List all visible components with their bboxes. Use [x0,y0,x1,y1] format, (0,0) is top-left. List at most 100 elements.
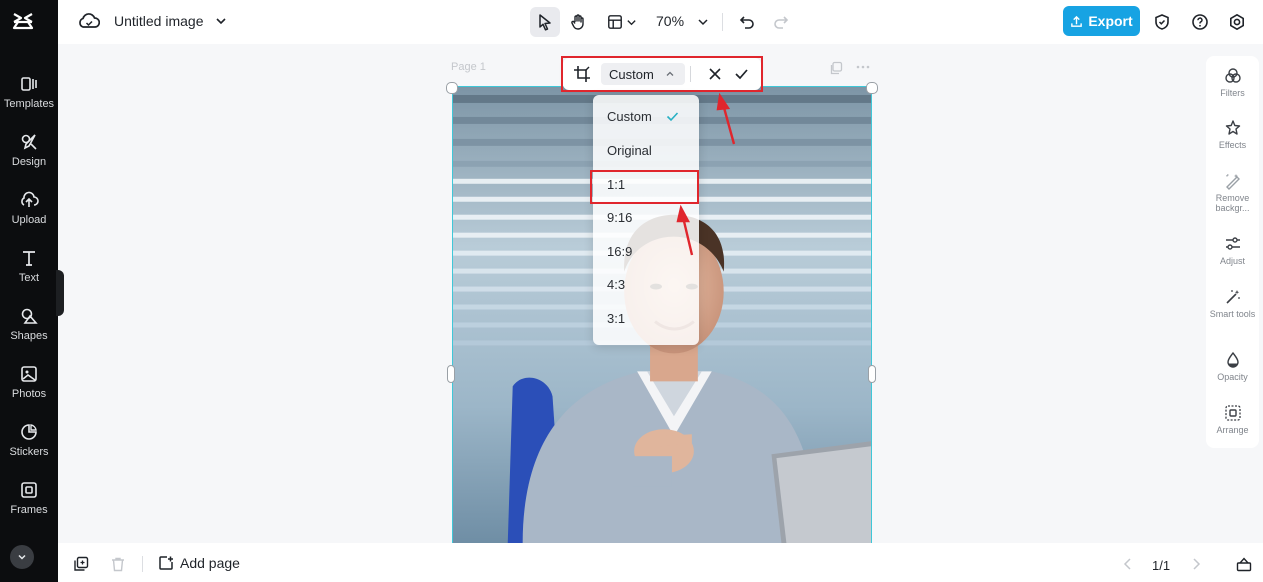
chevron-down-icon [18,554,26,560]
page-counter: 1/1 [1152,558,1171,573]
smart-tools-icon [1225,290,1240,304]
add-page-button[interactable]: Add page [158,555,240,571]
trash-icon[interactable] [110,556,126,572]
layout-tool-button[interactable] [601,7,643,37]
sidebar-item-shapes[interactable]: Shapes [0,302,58,354]
arrange-icon [1224,405,1241,421]
zoom-level[interactable]: 70% [656,13,684,29]
text-icon [23,251,35,266]
opacity-icon [1226,351,1239,368]
undo-icon [739,16,754,29]
settings-button[interactable] [1222,7,1252,37]
more-options-icon[interactable] [855,60,871,74]
sidebar-item-text[interactable]: Text [0,244,58,296]
panel-item-label: Remove backgr... [1215,193,1250,213]
sidebar-item-stickers[interactable]: Stickers [0,418,58,470]
chevron-down-icon[interactable] [214,14,228,28]
ratio-option-label: 4:3 [607,277,626,292]
ratio-option-original[interactable]: Original [593,136,699,166]
sidebar-item-photos[interactable]: Photos [0,360,58,412]
stickers-icon [21,424,37,440]
resize-handle-right[interactable] [868,365,876,383]
help-icon [1192,14,1208,30]
resize-handle-top-right[interactable] [866,82,878,94]
panel-item-remove-background[interactable]: Remove backgr... [1206,172,1259,213]
sidebar-item-label: Templates [3,98,55,110]
ratio-option-label: Custom [607,109,652,124]
panel-item-label: Adjust [1219,256,1245,266]
pages-panel-icon[interactable] [1236,556,1252,572]
help-button[interactable] [1185,7,1215,37]
capcut-logo-icon[interactable] [11,9,35,33]
ratio-option-label: Original [607,143,652,158]
shield-button[interactable] [1147,7,1177,37]
cloud-sync-icon[interactable] [78,11,100,31]
page-label: Page 1 [451,61,486,73]
top-toolbar: Untitled image 70% Export [58,0,1263,44]
add-page-icon [159,556,173,570]
chevron-left-icon[interactable] [1120,556,1136,572]
ratio-option-9-16[interactable]: 9:16 [593,203,699,233]
export-button[interactable]: Export [1063,6,1140,36]
panel-item-label: Opacity [1217,372,1248,382]
hand-tool-button[interactable] [563,7,593,37]
aspect-ratio-dropdown: Custom Original 1:1 9:16 16:9 4:3 3:1 [593,95,699,345]
gear-icon [1230,14,1244,30]
sidebar-item-label: Stickers [9,446,49,458]
toolbar-divider [142,556,143,572]
panel-item-smart-tools[interactable]: Smart tools [1206,288,1259,319]
resize-handle-top-left[interactable] [446,82,458,94]
resize-handle-left[interactable] [447,365,455,383]
ratio-option-16-9[interactable]: 16:9 [593,237,699,267]
left-sidebar: Templates Design Upload Text Shapes Phot… [0,0,64,582]
ratio-option-label: 3:1 [607,311,626,326]
sidebar-item-upload[interactable]: Upload [0,186,58,238]
duplicate-page-icon[interactable] [829,61,843,75]
document-title[interactable]: Untitled image [114,13,204,29]
sidebar-item-label: Upload [11,214,47,226]
panel-item-label: Smart tools [1209,309,1256,319]
panel-item-label: Arrange [1216,425,1249,435]
sidebar-item-label: Design [11,156,47,168]
sidebar-item-frames[interactable]: Frames [0,476,58,528]
add-page-label: Add page [180,555,240,571]
panel-item-filters[interactable]: Filters [1206,67,1259,98]
duplicate-icon[interactable] [73,556,89,572]
sidebar-item-design[interactable]: Design [0,128,58,180]
ratio-option-3-1[interactable]: 3:1 [593,304,699,334]
cursor-icon [539,14,551,31]
panel-item-effects[interactable]: Effects [1206,119,1259,150]
redo-icon [774,16,789,29]
sidebar-collapse-handle[interactable] [56,270,64,316]
ratio-option-4-3[interactable]: 4:3 [593,270,699,300]
design-icon [21,134,37,150]
panel-item-opacity[interactable]: Opacity [1206,351,1259,382]
annotation-highlight-toolbar [561,56,763,92]
filters-icon [1224,68,1241,83]
shield-icon [1155,14,1169,30]
sidebar-item-label: Shapes [10,330,48,342]
undo-button[interactable] [732,7,762,37]
frames-icon [21,482,37,498]
layout-icon [608,15,622,29]
panel-item-label: Filters [1220,88,1245,98]
expand-more-button[interactable] [10,545,34,569]
templates-icon [21,77,37,91]
sidebar-item-label: Photos [11,388,47,400]
hand-icon [571,14,584,30]
chevron-down-icon [627,19,636,25]
shapes-icon [21,308,38,324]
chevron-down-icon[interactable] [697,16,709,28]
effects-icon [1225,120,1240,135]
redo-button[interactable] [766,7,796,37]
check-icon [666,112,679,122]
annotation-highlight-ratio [590,170,699,204]
chevron-right-icon[interactable] [1188,556,1204,572]
panel-item-arrange[interactable]: Arrange [1206,404,1259,435]
ratio-option-label: 16:9 [607,244,633,259]
panel-item-label: Effects [1218,140,1247,150]
sidebar-item-templates[interactable]: Templates [0,70,58,122]
panel-item-adjust[interactable]: Adjust [1206,235,1259,266]
select-tool-button[interactable] [530,7,560,37]
ratio-option-custom[interactable]: Custom [593,102,699,132]
